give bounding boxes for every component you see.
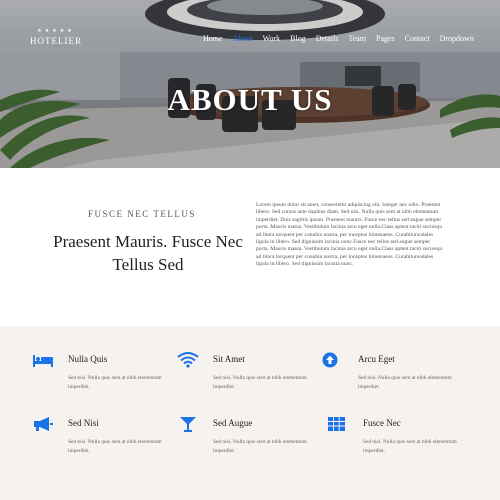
feature-title: Sed Nisi [68,418,99,428]
nav-item-dropdown[interactable]: Dropdown [440,34,474,43]
logo-name: HOTELIER [30,36,82,46]
wifi-icon [177,352,199,368]
features-section: Nulla Quis Sed nisi. Nulla quis sem at n… [0,326,500,500]
page-title: ABOUT US [167,82,333,117]
feature-description: Sed nisi. Nulla quis sem at nibh element… [213,439,307,454]
feature-title: Fusce Nec [363,418,401,428]
arrow-up-circle-icon [322,352,338,368]
nav-item-work[interactable]: Work [263,34,281,43]
bed-icon [33,355,53,367]
feature-title: Arcu Eget [358,354,395,364]
feature-title: Sit Amet [213,354,245,364]
about-kicker: FUSCE NEC TELLUS [88,209,196,219]
about-body-text: Lorem ipsum dolor sit amet, consectetur … [256,202,443,268]
nav-item-home[interactable]: Home [203,34,223,43]
about-section: FUSCE NEC TELLUS Praesent Mauris. Fusce … [0,168,500,326]
nav-item-about[interactable]: About [233,34,253,43]
about-heading: Praesent Mauris. Fusce Nec Tellus Sed [53,232,243,274]
nav-item-pages[interactable]: Pages [376,34,395,43]
main-nav: Home About Work Blog Details Team Pages … [203,34,474,43]
feature-description: Sed nisi. Nulla quis sem at nibh element… [213,375,307,390]
hotel-logo[interactable]: ★★★★★ HOTELIER [30,29,82,47]
feature-description: Sed nisi. Nulla quis sem at nibh element… [68,375,162,390]
feature-title: Nulla Quis [68,354,108,364]
nav-item-team[interactable]: Team [348,34,366,43]
feature-description: Sed nisi. Nulla quis sem at nibh element… [358,375,452,390]
nav-item-blog[interactable]: Blog [290,34,306,43]
feature-title: Sed Augue [213,418,253,428]
table-grid-icon [328,417,345,431]
hero-banner: ★★★★★ HOTELIER Home About Work Blog Deta… [0,0,500,168]
cocktail-icon [180,417,196,432]
feature-description: Sed nisi. Nulla quis sem at nibh element… [68,439,162,454]
megaphone-icon [34,417,53,431]
feature-description: Sed nisi. Nulla quis sem at nibh element… [363,439,457,454]
nav-item-contact[interactable]: Contact [405,34,430,43]
nav-item-details[interactable]: Details [316,34,339,43]
